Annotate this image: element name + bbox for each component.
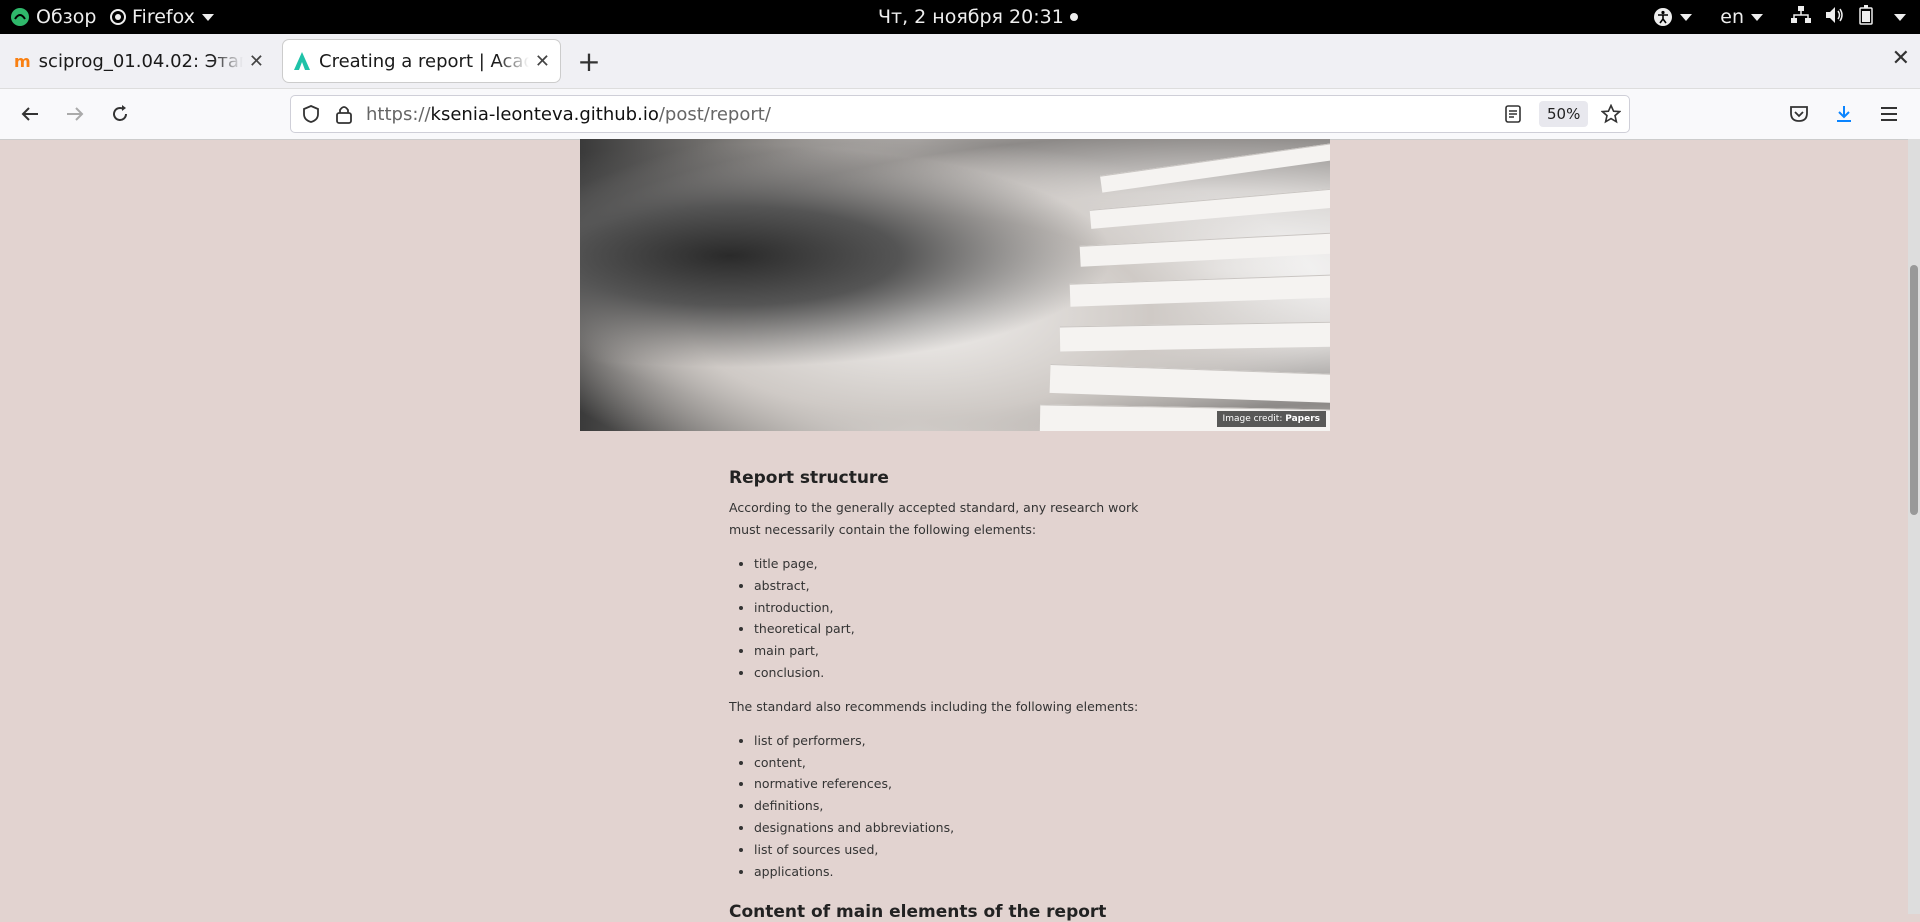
list-item: list of sources used, (754, 839, 1169, 861)
navigation-bar: https://ksenia-leonteva.github.io/post/r… (0, 89, 1920, 140)
recommended-paragraph: The standard also recommends including t… (729, 698, 1139, 714)
address-bar[interactable]: https://ksenia-leonteva.github.io/post/r… (290, 95, 1630, 133)
section-heading: Report structure (729, 468, 889, 488)
accessibility-icon (1654, 8, 1673, 26)
reload-button[interactable] (105, 99, 135, 129)
zoom-level-button[interactable]: 50% (1539, 101, 1589, 127)
shield-icon[interactable] (301, 104, 321, 124)
clock[interactable]: Чт, 2 ноября 20:31 (878, 0, 1078, 34)
reader-view-icon[interactable] (1505, 105, 1521, 123)
image-credit: Image credit: Papers (1216, 411, 1326, 427)
new-tab-button[interactable]: + (574, 40, 604, 82)
list-item: introduction, (754, 597, 1169, 619)
activities-button[interactable]: Обзор (10, 0, 96, 34)
window-close-icon[interactable]: ✕ (1892, 46, 1910, 71)
moodle-favicon-icon: m (14, 51, 31, 71)
battery-icon[interactable] (1859, 4, 1873, 30)
recommended-elements-list: list of performers, content, normative r… (729, 730, 1169, 883)
language-menu[interactable]: en (1720, 6, 1763, 28)
hamburger-menu-icon (1881, 107, 1897, 121)
list-item: abstract, (754, 575, 1169, 597)
downloads-button[interactable] (1829, 99, 1859, 129)
lock-icon[interactable] (335, 104, 353, 124)
image-credit-link[interactable]: Papers (1285, 414, 1320, 424)
list-item: main part, (754, 640, 1169, 662)
arrow-left-icon (21, 107, 38, 121)
app-menu-button[interactable] (1874, 99, 1904, 129)
language-label: en (1720, 6, 1744, 28)
bookmark-star-icon[interactable] (1601, 104, 1621, 124)
forward-button[interactable] (60, 99, 90, 129)
chevron-down-icon[interactable] (1894, 13, 1906, 21)
tab-title: Creating a report | Academic (319, 50, 529, 72)
list-item: list of performers, (754, 730, 1169, 752)
intro-paragraph: According to the generally accepted stan… (729, 500, 1139, 537)
close-tab-icon[interactable]: ✕ (535, 51, 550, 72)
list-item: theoretical part, (754, 618, 1169, 640)
pocket-button[interactable] (1784, 99, 1814, 129)
app-menu[interactable]: Firefox (110, 0, 214, 34)
back-button[interactable] (15, 99, 45, 129)
list-item: content, (754, 752, 1169, 774)
tab-creating-report[interactable]: Creating a report | Academic ✕ (283, 40, 560, 82)
reload-icon (113, 105, 127, 121)
tab-sciprog[interactable]: m sciprog_01.04.02: Этапы написания ✕ (4, 40, 274, 82)
list-item: designations and abbreviations, (754, 817, 1169, 839)
image-credit-prefix: Image credit: (1222, 414, 1286, 424)
network-icon[interactable] (1791, 5, 1811, 29)
clock-label: Чт, 2 ноября 20:31 (878, 6, 1064, 28)
tab-title: sciprog_01.04.02: Этапы написания (38, 50, 243, 72)
notification-dot-icon (1069, 13, 1078, 21)
pocket-icon (1790, 106, 1808, 122)
chevron-down-icon (201, 13, 214, 21)
app-menu-label: Firefox (132, 6, 195, 28)
system-tray: en (1653, 0, 1906, 34)
arrow-right-icon (67, 107, 84, 121)
volume-icon[interactable] (1825, 6, 1845, 29)
list-item: title page, (754, 553, 1169, 575)
list-item: definitions, (754, 795, 1169, 817)
hero-image: Image credit: Papers (580, 139, 1330, 431)
chevron-down-icon (1751, 13, 1763, 21)
list-item: normative references, (754, 773, 1169, 795)
list-item: conclusion. (754, 662, 1169, 684)
scrollbar-thumb[interactable] (1910, 265, 1918, 515)
url-host: ksenia-leonteva.github.io (430, 103, 659, 125)
activities-label: Обзор (36, 6, 97, 28)
activities-icon (11, 8, 29, 26)
academic-favicon-icon (294, 52, 310, 70)
required-elements-list: title page, abstract, introduction, theo… (729, 553, 1169, 684)
close-tab-icon[interactable]: ✕ (249, 51, 264, 72)
scrollbar-track[interactable] (1908, 139, 1920, 914)
download-icon (1837, 106, 1851, 122)
url-scheme: https:// (366, 103, 431, 125)
next-section-heading: Content of main elements of the report (729, 902, 1107, 922)
tab-strip: m sciprog_01.04.02: Этапы написания ✕ Cr… (0, 34, 1920, 89)
article-body: Report structure According to the genera… (729, 468, 1169, 894)
list-item: applications. (754, 861, 1169, 883)
url-text[interactable]: https://ksenia-leonteva.github.io/post/r… (366, 96, 771, 132)
accessibility-menu[interactable] (1653, 7, 1693, 27)
system-top-bar: Обзор Firefox Чт, 2 ноября 20:31 en (0, 0, 1920, 34)
chevron-down-icon (1680, 13, 1693, 21)
url-path: /post/report/ (658, 103, 771, 125)
firefox-icon (110, 9, 126, 25)
